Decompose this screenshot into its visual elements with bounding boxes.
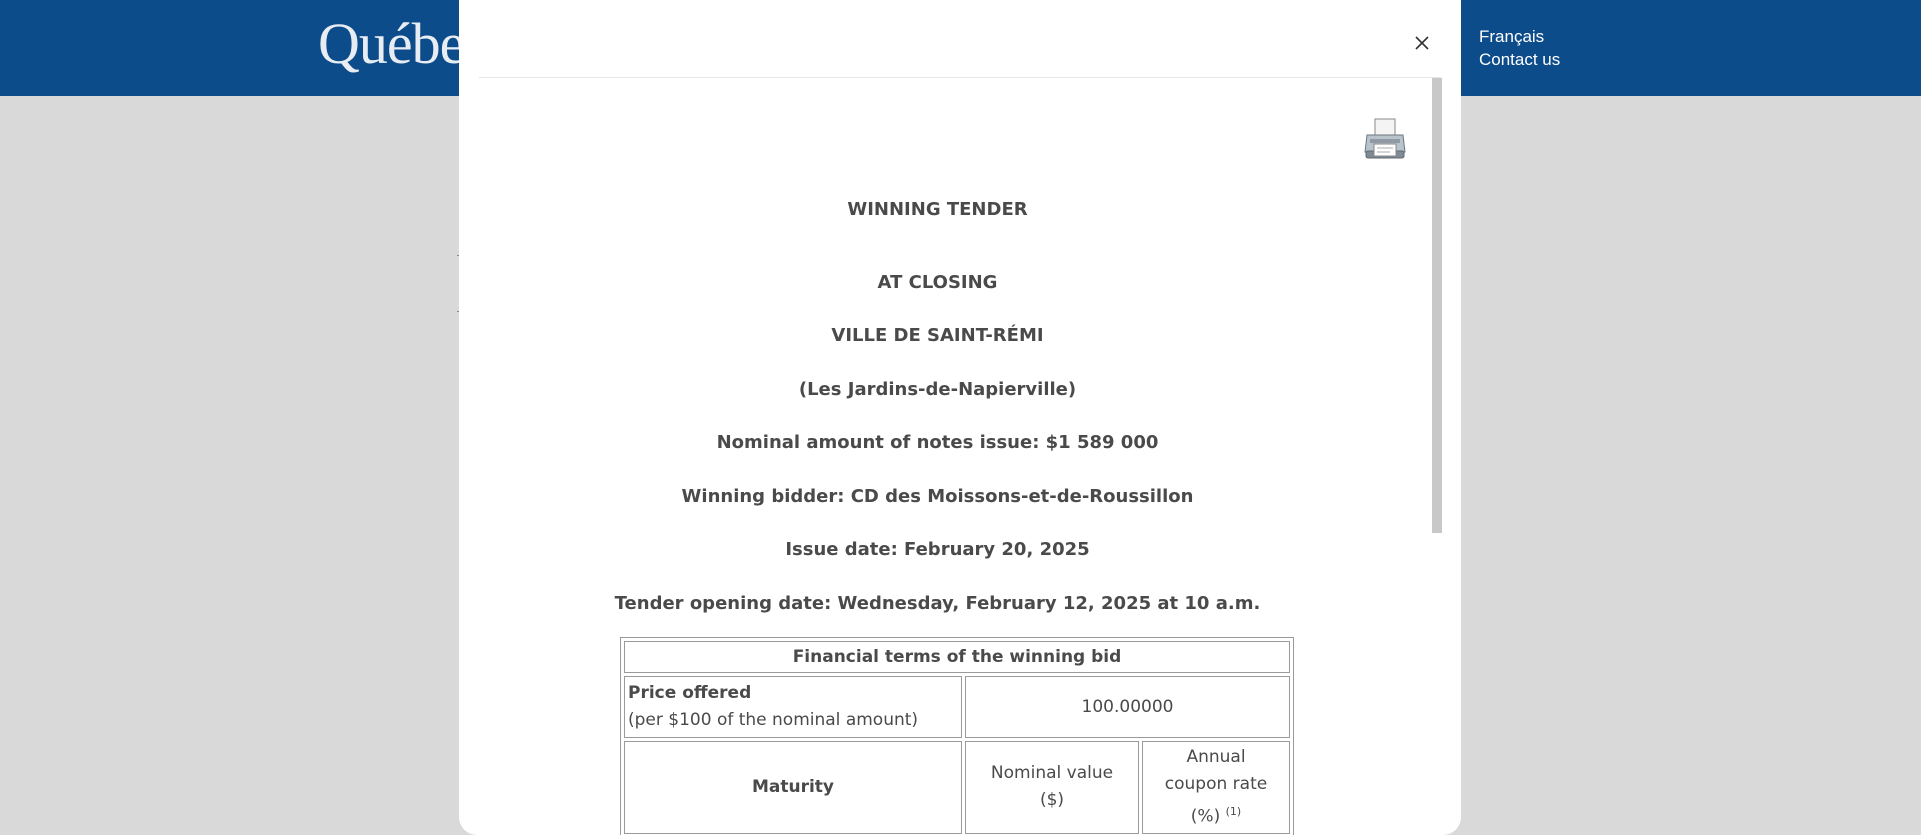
coupon-rate-header: Annual coupon rate (%) (1)	[1142, 741, 1290, 834]
coupon-header-line3: (%)	[1190, 806, 1221, 827]
table-row: Price offered (per $100 of the nominal a…	[624, 676, 1290, 738]
table-heading: Financial terms of the winning bid	[624, 641, 1290, 673]
price-sublabel: (per $100 of the nominal amount)	[628, 710, 919, 730]
nominal-amount-line: Nominal amount of notes issue: $1 589 00…	[716, 432, 1159, 453]
link-francais[interactable]: Français	[1479, 25, 1560, 48]
opening-date-line: Tender opening date: Wednesday, February…	[614, 593, 1261, 614]
modal-scrollbar[interactable]	[1432, 78, 1442, 533]
maturity-header: Maturity	[624, 741, 962, 834]
region-line: (Les Jardins-de-Napierville)	[798, 379, 1077, 400]
issuer-line: VILLE DE SAINT-RÉMI	[831, 325, 1044, 346]
link-contact-us[interactable]: Contact us	[1479, 48, 1560, 71]
coupon-header-line2: coupon rate	[1164, 774, 1268, 794]
financial-terms-table: Financial terms of the winning bid Price…	[620, 637, 1294, 835]
printer-icon[interactable]	[1364, 118, 1406, 162]
nominal-value-header: Nominal value ($)	[965, 741, 1139, 834]
table-row: Maturity Nominal value ($) Annual coupon…	[624, 741, 1290, 834]
coupon-footnote-ref[interactable]: (1)	[1226, 805, 1242, 818]
modal-title: WINNING TENDER	[847, 199, 1028, 220]
coupon-header-line1: Annual	[1186, 747, 1246, 767]
modal-content: WINNING TENDER AT CLOSING VILLE DE SAINT…	[479, 78, 1429, 835]
nominal-value-header-line2: ($)	[1039, 790, 1065, 811]
price-offered-value: 100.00000	[965, 676, 1290, 738]
price-label: Price offered	[628, 683, 752, 703]
close-icon	[1415, 36, 1429, 50]
header-links: Français Contact us	[1479, 25, 1560, 71]
winning-bidder-line: Winning bidder: CD des Moissons-et-de-Ro…	[681, 486, 1194, 507]
tender-modal: WINNING TENDER AT CLOSING VILLE DE SAINT…	[459, 0, 1461, 835]
table-row: Financial terms of the winning bid	[624, 641, 1290, 673]
issue-date-line: Issue date: February 20, 2025	[785, 539, 1090, 560]
status-line: AT CLOSING	[877, 272, 998, 293]
price-offered-label: Price offered (per $100 of the nominal a…	[624, 676, 962, 738]
modal-header	[479, 0, 1441, 78]
nominal-value-header-line1: Nominal value	[990, 763, 1114, 784]
close-button[interactable]	[1407, 28, 1437, 58]
